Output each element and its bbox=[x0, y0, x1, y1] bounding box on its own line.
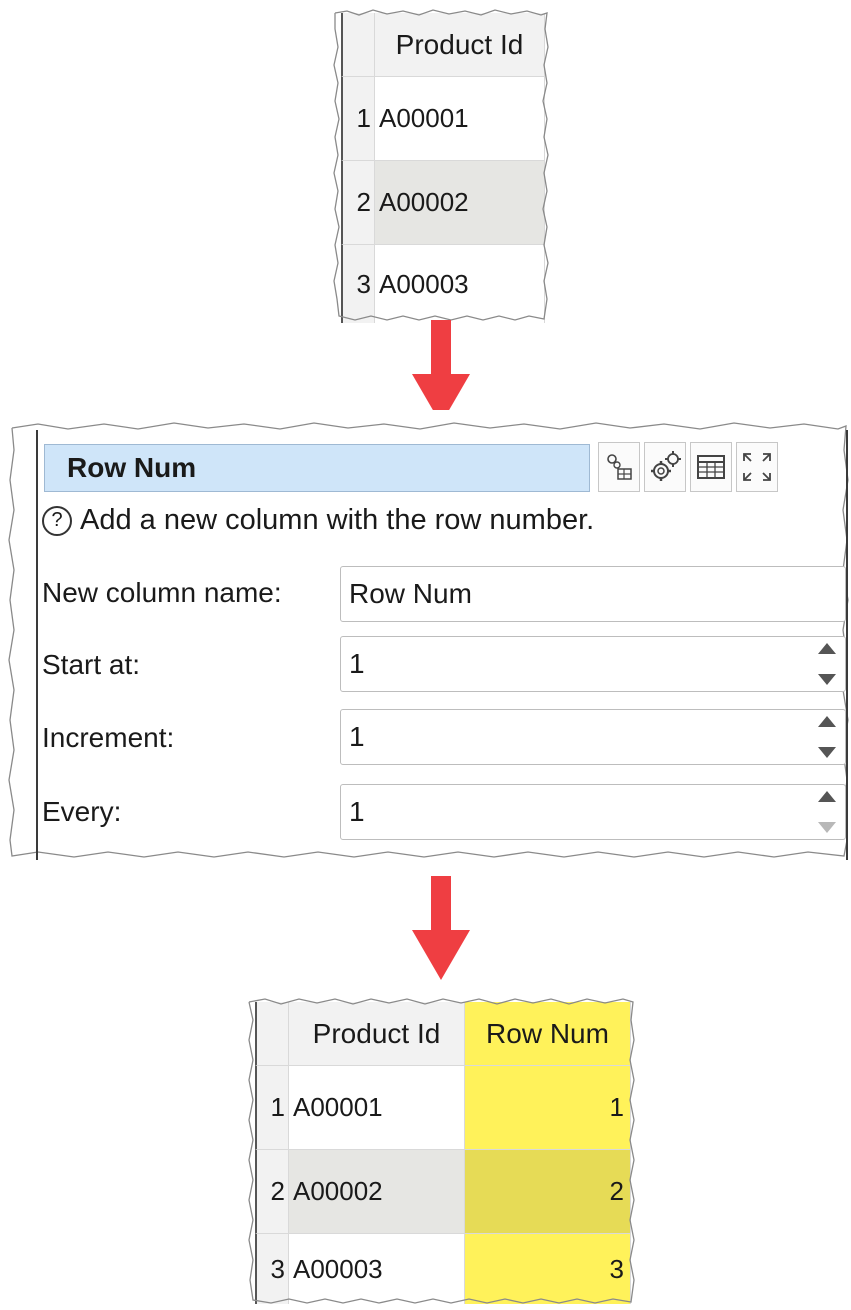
row-header[interactable]: 3 bbox=[341, 245, 375, 323]
increase-arrow-icon[interactable] bbox=[818, 791, 836, 802]
table-cell[interactable]: 2 bbox=[465, 1150, 631, 1234]
connection-settings-icon bbox=[607, 454, 632, 480]
maximize-icon bbox=[743, 453, 771, 481]
table-cell[interactable]: 3 bbox=[465, 1234, 631, 1304]
input-table: Product Id 1 A00001 2 A00002 3 A00003 bbox=[333, 7, 549, 323]
cell-value: A00003 bbox=[379, 268, 469, 299]
column-header-product-id[interactable]: Product Id bbox=[289, 1002, 465, 1066]
row-header[interactable]: 1 bbox=[341, 77, 375, 161]
every-spinner bbox=[815, 791, 839, 833]
decrease-arrow-icon bbox=[818, 822, 836, 833]
table-cell[interactable]: 1 bbox=[465, 1066, 631, 1150]
maximize-button[interactable] bbox=[736, 442, 778, 492]
column-header-product-id[interactable]: Product Id bbox=[375, 13, 545, 77]
increment-value: 1 bbox=[349, 721, 365, 752]
every-value: 1 bbox=[349, 796, 365, 827]
row-header[interactable]: 2 bbox=[255, 1150, 289, 1234]
column-header-row-num[interactable]: Row Num bbox=[465, 1002, 631, 1066]
increase-arrow-icon[interactable] bbox=[818, 716, 836, 727]
input-grid: Product Id 1 A00001 2 A00002 3 A00003 bbox=[341, 13, 545, 323]
cell-value: A00003 bbox=[293, 1253, 383, 1284]
node-title: Row Num bbox=[67, 452, 197, 483]
start-at-spinbox[interactable]: 1 bbox=[340, 636, 846, 692]
row-header[interactable]: 2 bbox=[341, 161, 375, 245]
row-header[interactable]: 1 bbox=[255, 1066, 289, 1150]
row-number: 3 bbox=[356, 268, 371, 299]
new-column-name-input[interactable]: Row Num bbox=[340, 566, 846, 622]
gears-icon bbox=[651, 451, 681, 481]
increase-arrow-icon[interactable] bbox=[818, 643, 836, 654]
cell-value: 2 bbox=[609, 1176, 624, 1206]
help-icon[interactable]: ? bbox=[42, 505, 72, 536]
table-cell[interactable]: A00002 bbox=[375, 161, 545, 245]
table-cell[interactable]: A00003 bbox=[375, 245, 545, 323]
row-number: 2 bbox=[270, 1176, 285, 1206]
row-num-dialog: Row Num ? Add a new column with the row … bbox=[8, 410, 850, 860]
cell-value: A00002 bbox=[379, 187, 469, 217]
start-at-label: Start at: bbox=[42, 649, 141, 680]
increment-label: Increment: bbox=[42, 722, 175, 753]
every-spinbox[interactable]: 1 bbox=[340, 784, 846, 840]
cell-value: A00002 bbox=[293, 1176, 383, 1206]
row-number: 2 bbox=[356, 187, 371, 217]
dialog-body: Row Num ? Add a new column with the row … bbox=[36, 430, 848, 860]
connection-settings-button[interactable] bbox=[598, 442, 640, 492]
table-cell[interactable]: A00001 bbox=[289, 1066, 465, 1150]
cell-value: A00001 bbox=[379, 103, 469, 133]
every-label: Every: bbox=[42, 796, 122, 827]
decrease-arrow-icon[interactable] bbox=[818, 747, 836, 758]
increment-spinbox[interactable]: 1 bbox=[340, 709, 846, 765]
column-header-label: Product Id bbox=[312, 1017, 441, 1049]
row-number: 3 bbox=[270, 1253, 285, 1284]
decrease-arrow-icon[interactable] bbox=[818, 674, 836, 685]
row-number: 1 bbox=[270, 1092, 285, 1122]
new-column-name-label: New column name: bbox=[42, 577, 282, 608]
output-grid: Product Id Row Num 1 A00001 1 2 A00002 2… bbox=[255, 1002, 631, 1304]
new-column-name-value: Row Num bbox=[349, 578, 472, 609]
row-header[interactable]: 3 bbox=[255, 1234, 289, 1304]
start-at-spinner bbox=[815, 643, 839, 685]
cell-value: 1 bbox=[609, 1092, 624, 1122]
column-header-label: Row Num bbox=[486, 1017, 609, 1049]
corner-cell[interactable] bbox=[341, 13, 375, 77]
cell-value: A00001 bbox=[293, 1092, 383, 1122]
table-icon bbox=[697, 455, 725, 479]
cell-value: 3 bbox=[609, 1253, 624, 1284]
node-title-field[interactable]: Row Num bbox=[44, 444, 590, 492]
show-table-button[interactable] bbox=[690, 442, 732, 492]
start-at-value: 1 bbox=[349, 648, 365, 679]
column-header-label: Product Id bbox=[395, 28, 524, 60]
increment-spinner bbox=[815, 716, 839, 758]
row-number: 1 bbox=[356, 103, 371, 133]
table-cell[interactable]: A00002 bbox=[289, 1150, 465, 1234]
output-table: Product Id Row Num 1 A00001 1 2 A00002 2… bbox=[247, 996, 635, 1306]
help-text: Add a new column with the row number. bbox=[80, 504, 595, 536]
down-arrow-icon bbox=[412, 876, 470, 980]
help-row: ? Add a new column with the row number. bbox=[42, 504, 594, 537]
settings-button[interactable] bbox=[644, 442, 686, 492]
table-cell[interactable]: A00003 bbox=[289, 1234, 465, 1304]
corner-cell[interactable] bbox=[255, 1002, 289, 1066]
table-cell[interactable]: A00001 bbox=[375, 77, 545, 161]
